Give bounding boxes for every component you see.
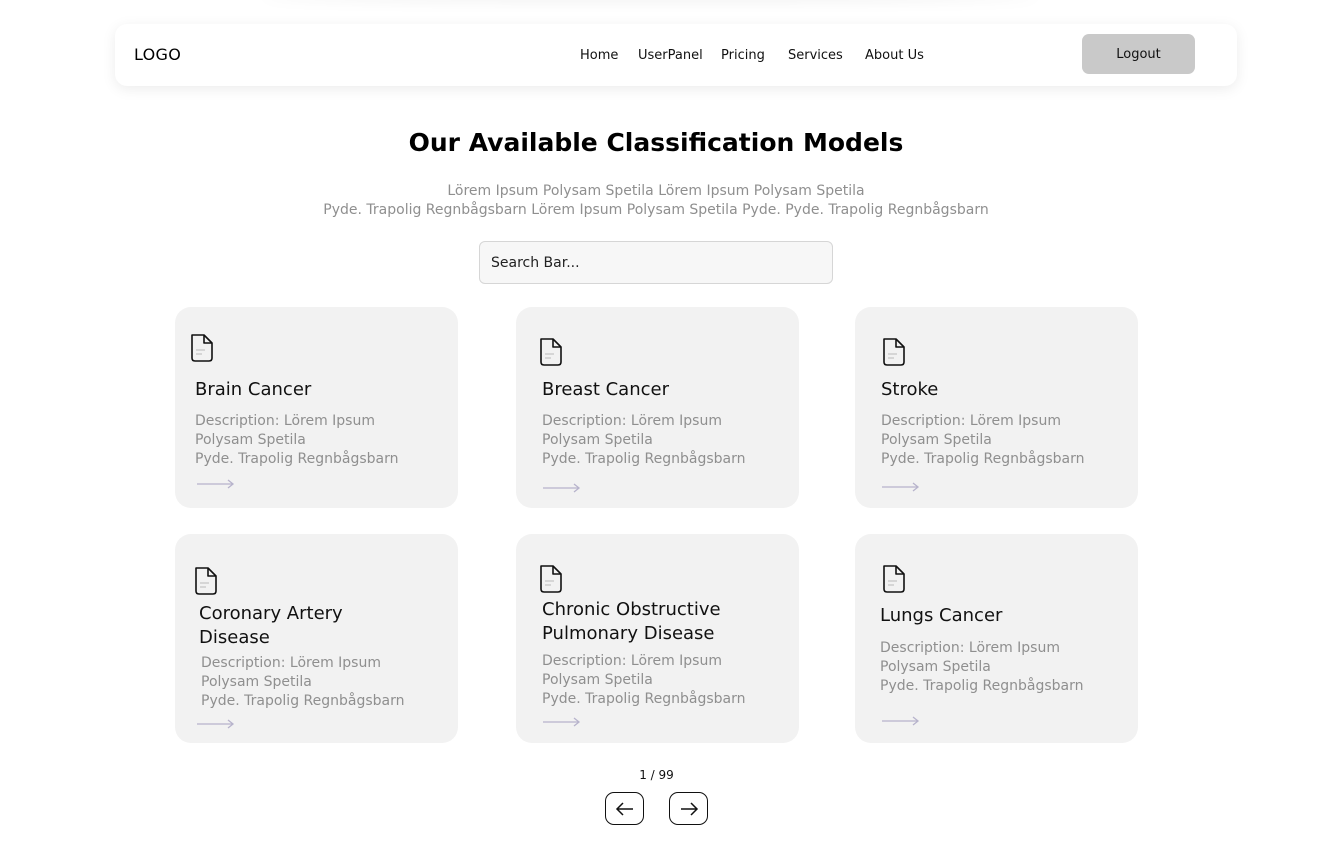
card-description-line: Description: Lörem Ipsum — [881, 413, 1061, 429]
card-description-line: Pyde. Trapolig Regnbågsbarn — [880, 678, 1084, 694]
card-title: Lungs Cancer — [880, 605, 1003, 626]
card-description-line: Description: Lörem Ipsum — [201, 655, 381, 671]
card-description-line: Pyde. Trapolig Regnbågsbarn — [542, 691, 746, 707]
card-description-line: Description: Lörem Ipsum — [542, 653, 722, 669]
card-description-line: Polysam Spetila — [542, 432, 653, 448]
logo[interactable]: LOGO — [134, 45, 181, 64]
card-description-line: Polysam Spetila — [201, 674, 312, 690]
navbar: LOGO Home UserPanel Pricing Services Abo… — [115, 24, 1237, 86]
card-description: Description: Lörem Ipsum Polysam Spetila… — [542, 652, 782, 709]
model-card-lungs-cancer[interactable]: Lungs Cancer Description: Lörem Ipsum Po… — [855, 534, 1138, 743]
logout-button[interactable]: Logout — [1082, 34, 1195, 74]
card-description: Description: Lörem Ipsum Polysam Spetila… — [195, 412, 435, 469]
card-description-line: Pyde. Trapolig Regnbågsbarn — [201, 693, 405, 709]
card-description: Description: Lörem Ipsum Polysam Spetila… — [201, 654, 441, 711]
page-indicator: 1 / 99 — [639, 768, 674, 782]
arrow-right-icon[interactable] — [196, 479, 236, 489]
document-icon — [540, 565, 562, 593]
card-description-line: Pyde. Trapolig Regnbågsbarn — [881, 451, 1085, 467]
arrow-left-icon — [615, 801, 633, 816]
card-title: Brain Cancer — [195, 379, 312, 400]
arrow-right-icon[interactable] — [196, 719, 236, 729]
page-title: Our Available Classification Models — [408, 128, 904, 157]
card-description: Description: Lörem Ipsum Polysam Spetila… — [881, 412, 1121, 469]
card-title: Breast Cancer — [542, 379, 669, 400]
nav-pricing-link[interactable]: Pricing — [721, 48, 765, 63]
arrow-right-icon — [680, 801, 698, 816]
card-description: Description: Lörem Ipsum Polysam Spetila… — [542, 412, 782, 469]
arrow-right-icon[interactable] — [881, 716, 921, 726]
subtitle-line-1: Lörem Ipsum Polysam Spetila Lörem Ipsum … — [447, 183, 865, 199]
model-card-stroke[interactable]: Stroke Description: Lörem Ipsum Polysam … — [855, 307, 1138, 508]
nav-home-link[interactable]: Home — [580, 48, 618, 63]
search-input[interactable] — [479, 241, 833, 284]
card-description: Description: Lörem Ipsum Polysam Spetila… — [880, 639, 1120, 696]
model-card-breast-cancer[interactable]: Breast Cancer Description: Lörem Ipsum P… — [516, 307, 799, 508]
card-description-line: Polysam Spetila — [880, 659, 991, 675]
card-title: Coronary Artery Disease — [199, 603, 343, 648]
model-card-copd[interactable]: Chronic Obstructive Pulmonary Disease De… — [516, 534, 799, 743]
nav-userpanel-link[interactable]: UserPanel — [638, 48, 703, 63]
model-card-coronary-artery-disease[interactable]: Coronary Artery Disease Description: Lör… — [175, 534, 458, 743]
document-icon — [195, 567, 217, 595]
nav-services-link[interactable]: Services — [788, 48, 843, 63]
document-icon — [191, 334, 213, 362]
arrow-right-icon[interactable] — [881, 482, 921, 492]
card-description-line: Pyde. Trapolig Regnbågsbarn — [195, 451, 399, 467]
document-icon — [540, 338, 562, 366]
card-title: Chronic Obstructive Pulmonary Disease — [542, 599, 721, 644]
card-description-line: Polysam Spetila — [195, 432, 306, 448]
document-icon — [883, 565, 905, 593]
card-description-line: Polysam Spetila — [542, 672, 653, 688]
arrow-right-icon[interactable] — [542, 483, 582, 493]
prev-page-button[interactable] — [605, 792, 644, 825]
arrow-right-icon[interactable] — [542, 717, 582, 727]
nav-about-link[interactable]: About Us — [865, 48, 924, 63]
card-description-line: Description: Lörem Ipsum — [542, 413, 722, 429]
model-card-brain-cancer[interactable]: Brain Cancer Description: Lörem Ipsum Po… — [175, 307, 458, 508]
card-title: Stroke — [881, 379, 939, 400]
card-description-line: Pyde. Trapolig Regnbågsbarn — [542, 451, 746, 467]
next-page-button[interactable] — [669, 792, 708, 825]
card-description-line: Description: Lörem Ipsum — [880, 640, 1060, 656]
document-icon — [883, 338, 905, 366]
card-description-line: Polysam Spetila — [881, 432, 992, 448]
subtitle-line-2: Pyde. Trapolig Regnbågsbarn Lörem Ipsum … — [323, 202, 989, 218]
card-description-line: Description: Lörem Ipsum — [195, 413, 375, 429]
